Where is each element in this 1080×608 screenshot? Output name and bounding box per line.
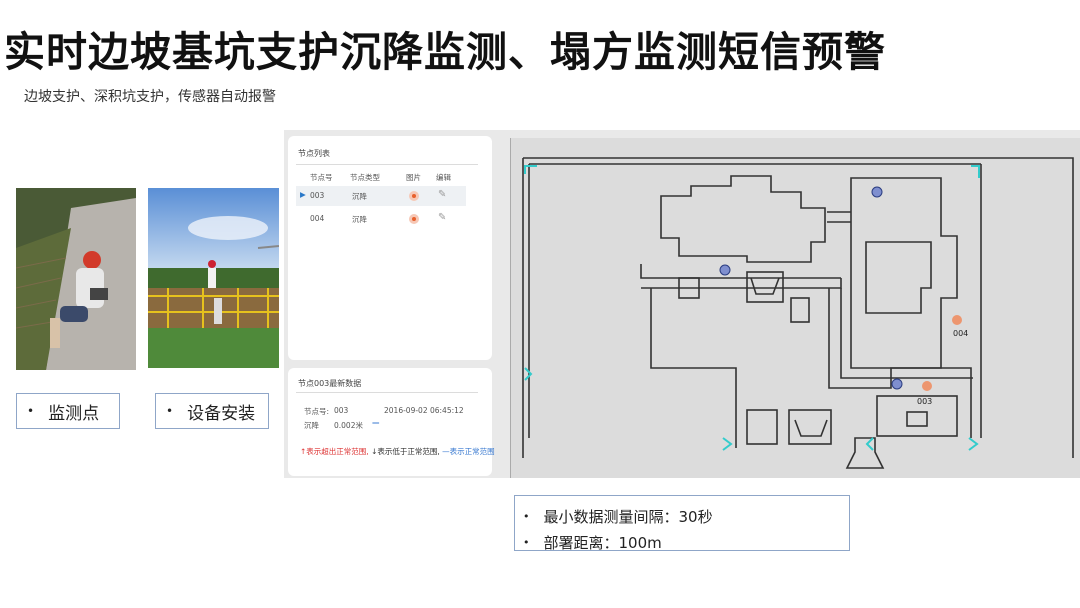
col-header-type: 节点类型 <box>350 173 380 182</box>
node-004-label: 004 <box>953 329 968 338</box>
timestamp: 2016-09-02 06:45:12 <box>384 406 464 415</box>
col-header-id: 节点号 <box>310 173 333 182</box>
map-canvas[interactable]: 004 003 <box>510 138 1080 478</box>
settlement-value: 0.002米 <box>334 421 363 430</box>
node-list-panel: 节点列表 节点号 节点类型 图片 编辑 ▶ 003 沉降 ✎ 004 沉降 ✎ <box>288 136 492 360</box>
image-icon[interactable] <box>409 214 419 224</box>
monitoring-app-screenshot: 节点列表 节点号 节点类型 图片 编辑 ▶ 003 沉降 ✎ 004 沉降 ✎ … <box>284 130 1080 478</box>
equipment-install-photo <box>148 188 279 368</box>
edit-pencil-icon[interactable]: ✎ <box>438 189 446 200</box>
col-header-image: 图片 <box>406 173 421 182</box>
settlement-label: 沉降 <box>304 421 319 430</box>
slide-title: 实时边坡基坑支护沉降监测、塌方监测短信预警 <box>4 28 886 76</box>
normal-dash-icon: — <box>372 418 380 427</box>
label-text: 监测点 <box>48 403 100 424</box>
legend-up: ↑表示超出正常范围, <box>300 447 369 456</box>
monitoring-point-label: • 监测点 <box>16 393 120 429</box>
node-004-marker <box>952 315 962 325</box>
spec-interval-text: 最小数据测量间隔：30秒 <box>543 507 713 526</box>
latest-data-body: 节点号: 003 2016-09-02 06:45:12 沉降 0.002米 — <box>288 368 492 476</box>
monitoring-point-photo <box>16 188 136 370</box>
spec-distance: • 部署距离：100m <box>523 529 849 555</box>
row-selected-caret-icon: ▶ <box>300 190 306 199</box>
legend: ↑表示超出正常范围, ↓表示低于正常范围, —表示正常范围 <box>300 446 495 457</box>
node-id-label: 节点号: <box>304 407 330 416</box>
image-icon[interactable] <box>409 191 419 201</box>
row-type: 沉降 <box>352 215 367 224</box>
bullet: • <box>523 535 530 549</box>
row-type: 沉降 <box>352 192 367 201</box>
row-id[interactable]: 003 <box>310 191 324 200</box>
bullet: • <box>166 404 174 418</box>
legend-normal: —表示正常范围 <box>442 447 495 456</box>
legend-down: ↓表示低于正常范围, <box>371 447 440 456</box>
node-003-marker <box>922 381 932 391</box>
col-header-edit: 编辑 <box>436 173 451 182</box>
label-text: 设备安装 <box>187 403 256 424</box>
spec-interval: • 最小数据测量间隔：30秒 <box>523 503 849 529</box>
equipment-install-label: • 设备安装 <box>155 393 269 429</box>
spec-distance-text: 部署距离：100m <box>543 533 662 552</box>
row-id[interactable]: 004 <box>310 214 324 223</box>
blue-node-marker <box>719 264 731 276</box>
node-table: 节点号 节点类型 图片 编辑 ▶ 003 沉降 ✎ 004 沉降 ✎ <box>288 136 492 360</box>
node-003-label: 003 <box>917 397 932 406</box>
edit-pencil-icon[interactable]: ✎ <box>438 212 446 223</box>
slide-subtitle: 边坡支护、深积坑支护，传感器自动报警 <box>24 89 276 105</box>
blue-node-marker <box>891 378 903 390</box>
blue-node-marker <box>871 186 883 198</box>
node-id-value: 003 <box>334 406 349 415</box>
bullet: • <box>523 509 530 523</box>
specs-box: • 最小数据测量间隔：30秒 • 部署距离：100m <box>514 495 850 552</box>
bullet: • <box>27 404 35 418</box>
latest-data-panel: 节点003最新数据 节点号: 003 2016-09-02 06:45:12 沉… <box>288 368 492 476</box>
